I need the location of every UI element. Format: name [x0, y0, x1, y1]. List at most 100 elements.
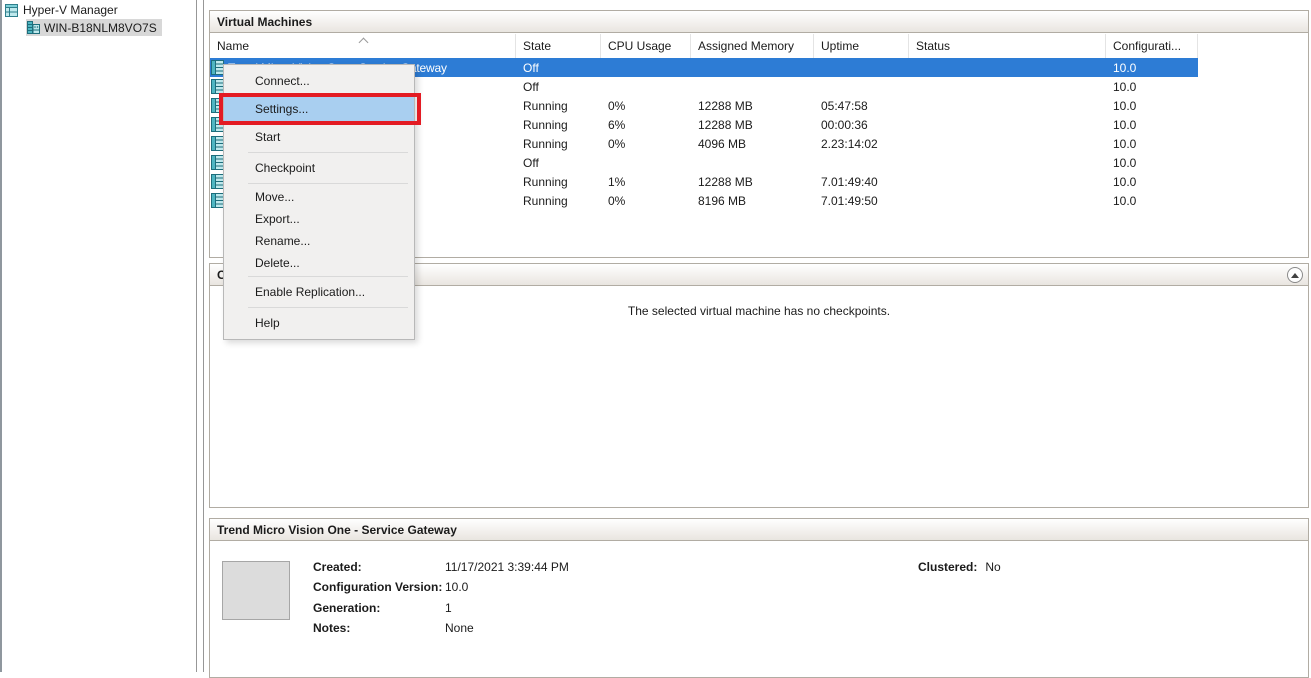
- column-header-label: Assigned Memory: [698, 39, 794, 53]
- column-header-state[interactable]: State: [516, 34, 601, 58]
- table-header-row: Name State CPU Usage Assigned Memory Uptime S…: [210, 34, 1198, 58]
- cell-memory: 4096 MB: [691, 137, 814, 151]
- menu-item-rename[interactable]: Rename...: [224, 230, 414, 252]
- menu-item-label: Connect...: [255, 74, 310, 88]
- menu-item-label: Export...: [255, 212, 300, 226]
- menu-item-help[interactable]: Help: [224, 310, 414, 336]
- menu-item-settings[interactable]: Settings...: [224, 96, 414, 122]
- cell-state: Running: [516, 118, 601, 132]
- column-header-cpu[interactable]: CPU Usage: [601, 34, 691, 58]
- menu-item-label: Settings...: [255, 102, 308, 116]
- menu-item-export[interactable]: Export...: [224, 208, 414, 230]
- virtual-machines-header: Virtual Machines: [210, 11, 1308, 33]
- menu-item-label: Help: [255, 316, 280, 330]
- detail-row: Configuration Version:10.0: [313, 577, 569, 597]
- cell-uptime: 00:00:36: [814, 118, 909, 132]
- detail-row: Generation:1: [313, 598, 569, 618]
- collapse-up-icon: [1291, 273, 1299, 278]
- clustered-row: Clustered: No: [918, 557, 1001, 577]
- detail-label: Notes:: [313, 621, 445, 635]
- cell-state: Off: [516, 61, 601, 75]
- cell-config: 10.0: [1106, 118, 1198, 132]
- cell-uptime: 7.01:49:40: [814, 175, 909, 189]
- annotation-highlight-box: [219, 93, 421, 125]
- tree-item-label: Hyper-V Manager: [23, 3, 118, 17]
- cell-state: Running: [516, 175, 601, 189]
- menu-item-label: Move...: [255, 190, 294, 204]
- cell-state: Off: [516, 156, 601, 170]
- detail-value: 10.0: [445, 580, 468, 594]
- cell-config: 10.0: [1106, 175, 1198, 189]
- menu-item-start[interactable]: Start: [224, 124, 414, 150]
- menu-item-move[interactable]: Move...: [224, 186, 414, 208]
- menu-separator: [248, 307, 408, 308]
- column-header-name[interactable]: Name: [210, 34, 516, 58]
- vm-details-panel: Trend Micro Vision One - Service Gateway…: [209, 518, 1309, 678]
- menu-item-label: Delete...: [255, 256, 300, 270]
- cell-memory: 12288 MB: [691, 118, 814, 132]
- detail-label: Created:: [313, 560, 445, 574]
- vm-thumbnail: [222, 561, 290, 620]
- menu-item-checkpoint[interactable]: Checkpoint: [224, 155, 414, 181]
- cell-state: Running: [516, 194, 601, 208]
- detail-row: Notes:None: [313, 618, 569, 638]
- cell-state: Running: [516, 137, 601, 151]
- tree-item-label: WIN-B18NLM8VO7S: [44, 21, 157, 35]
- cell-config: 10.0: [1106, 99, 1198, 113]
- detail-label: Configuration Version:: [313, 580, 445, 594]
- cell-cpu: 1%: [601, 175, 691, 189]
- cell-config: 10.0: [1106, 61, 1198, 75]
- menu-item-enable-replication[interactable]: Enable Replication...: [224, 279, 414, 305]
- cell-cpu: 6%: [601, 118, 691, 132]
- sort-ascending-icon: [359, 38, 369, 48]
- cell-cpu: 0%: [601, 137, 691, 151]
- detail-value: 1: [445, 601, 452, 615]
- hyperv-manager-icon: [5, 4, 18, 17]
- cell-config: 10.0: [1106, 137, 1198, 151]
- tree-item-server[interactable]: WIN-B18NLM8VO7S: [26, 19, 162, 36]
- column-header-label: Configurati...: [1113, 39, 1181, 53]
- menu-item-label: Enable Replication...: [255, 285, 365, 299]
- menu-item-delete[interactable]: Delete...: [224, 252, 414, 274]
- tree-item-hyperv-manager[interactable]: Hyper-V Manager: [5, 2, 118, 18]
- collapse-button[interactable]: [1287, 267, 1303, 283]
- cell-state: Running: [516, 99, 601, 113]
- pane-divider: [203, 0, 204, 672]
- context-menu: Connect... Settings... Start Checkpoint Move…: [223, 64, 415, 340]
- cell-memory: 12288 MB: [691, 99, 814, 113]
- menu-item-label: Rename...: [255, 234, 310, 248]
- detail-row: Created:11/17/2021 3:39:44 PM: [313, 557, 569, 577]
- vm-details-header: Trend Micro Vision One - Service Gateway: [210, 519, 1308, 541]
- server-icon: [27, 21, 40, 34]
- vm-details-fields: Created:11/17/2021 3:39:44 PMConfigurati…: [313, 557, 569, 638]
- panel-title: Virtual Machines: [217, 15, 312, 29]
- menu-item-connect[interactable]: Connect...: [224, 68, 414, 94]
- column-header-status[interactable]: Status: [909, 34, 1106, 58]
- console-tree: Hyper-V Manager WIN-B18NLM8VO7S: [0, 0, 197, 672]
- detail-value: No: [985, 560, 1000, 574]
- menu-separator: [248, 276, 408, 277]
- detail-value: 11/17/2021 3:39:44 PM: [445, 560, 569, 574]
- menu-separator: [248, 152, 408, 153]
- column-header-label: State: [523, 39, 551, 53]
- cell-uptime: 7.01:49:50: [814, 194, 909, 208]
- menu-item-label: Start: [255, 130, 280, 144]
- column-header-label: Status: [916, 39, 950, 53]
- column-header-label: Uptime: [821, 39, 859, 53]
- column-header-label: CPU Usage: [608, 39, 671, 53]
- menu-separator: [248, 183, 408, 184]
- cell-config: 10.0: [1106, 80, 1198, 94]
- cell-uptime: 2.23:14:02: [814, 137, 909, 151]
- menu-item-label: Checkpoint: [255, 161, 315, 175]
- cell-cpu: 0%: [601, 99, 691, 113]
- detail-label: Generation:: [313, 601, 445, 615]
- cell-cpu: 0%: [601, 194, 691, 208]
- cell-state: Off: [516, 80, 601, 94]
- panel-title: Trend Micro Vision One - Service Gateway: [217, 523, 457, 537]
- cell-config: 10.0: [1106, 194, 1198, 208]
- column-header-memory[interactable]: Assigned Memory: [691, 34, 814, 58]
- column-header-uptime[interactable]: Uptime: [814, 34, 909, 58]
- detail-label: Clustered:: [918, 560, 977, 574]
- cell-memory: 12288 MB: [691, 175, 814, 189]
- column-header-config[interactable]: Configurati...: [1106, 34, 1198, 58]
